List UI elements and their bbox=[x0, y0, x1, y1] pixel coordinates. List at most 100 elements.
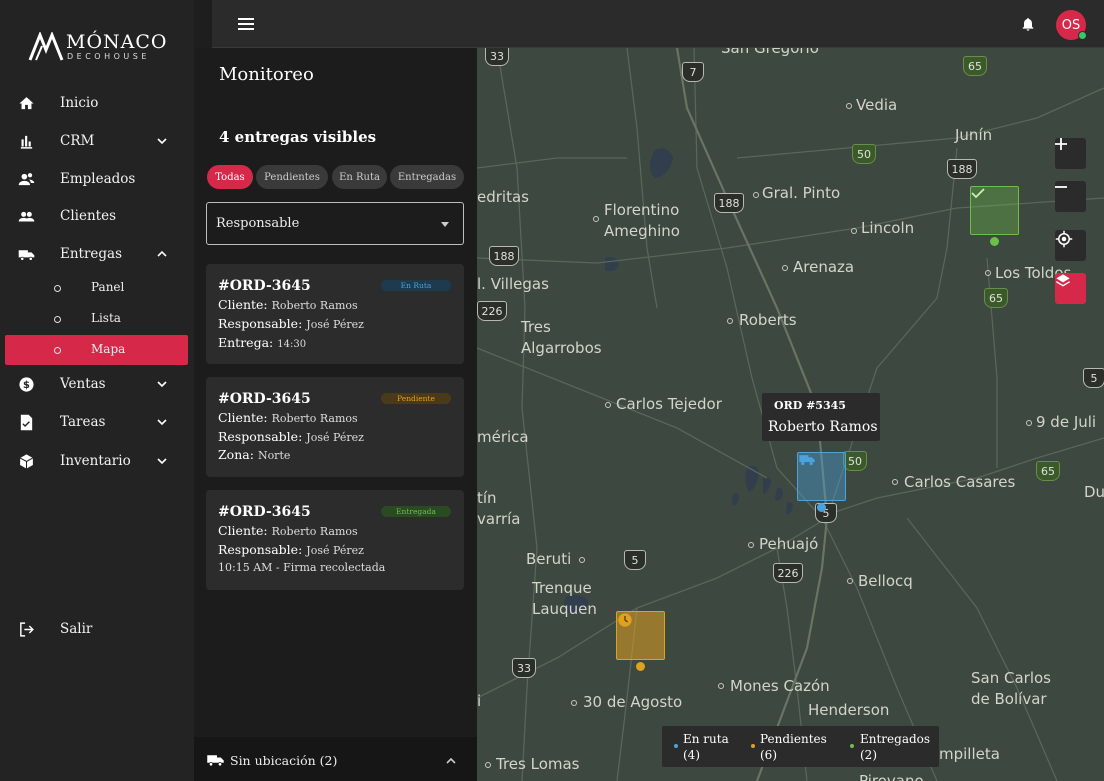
layers-button[interactable] bbox=[1055, 273, 1086, 304]
dropdown-arrow-icon bbox=[441, 222, 449, 227]
monitoring-panel: Monitoreo 4 entregas visibles Todas Pend… bbox=[194, 48, 477, 781]
card-row-zona: Zona: Norte bbox=[218, 447, 290, 462]
town-marker bbox=[851, 228, 857, 234]
nav-salir[interactable]: Salir bbox=[0, 612, 194, 646]
employees-icon bbox=[18, 171, 35, 188]
field-value: José Pérez bbox=[306, 431, 364, 444]
menu-icon[interactable] bbox=[238, 17, 254, 31]
field-value: José Pérez bbox=[306, 318, 364, 331]
nav-crm[interactable]: CRM bbox=[0, 124, 194, 158]
legend-dot bbox=[751, 744, 755, 748]
dollar-icon: $ bbox=[18, 376, 35, 393]
legend-label: En ruta bbox=[683, 732, 729, 746]
map-label-de-bolivar: de Bolívar bbox=[971, 690, 1047, 708]
delivery-card[interactable]: #ORD-3645 Entregada Cliente: Roberto Ramo… bbox=[206, 490, 464, 590]
town-marker bbox=[1026, 420, 1032, 426]
route-shield: 50 bbox=[852, 144, 876, 164]
field-label: Responsable: bbox=[218, 429, 303, 444]
route-shield: 65 bbox=[963, 56, 987, 76]
delivery-card[interactable]: #ORD-3645 En Ruta Cliente: Roberto Ramos … bbox=[206, 264, 464, 364]
chevron-down-icon bbox=[157, 381, 167, 388]
bullet-icon bbox=[54, 347, 61, 354]
nav-entregas-mapa[interactable]: Mapa bbox=[5, 335, 188, 365]
chevron-down-icon bbox=[157, 419, 167, 426]
nav-entregas-lista[interactable]: Lista bbox=[0, 304, 194, 334]
responsable-select[interactable]: Responsable bbox=[206, 202, 464, 245]
filter-todas[interactable]: Todas bbox=[207, 165, 253, 189]
delivery-card[interactable]: #ORD-3645 Pendiente Cliente: Roberto Ramo… bbox=[206, 377, 464, 477]
legend-count: (2) bbox=[860, 747, 877, 762]
delivery-truck-icon bbox=[18, 246, 35, 263]
nav-inicio[interactable]: Inicio bbox=[0, 86, 194, 120]
check-icon bbox=[971, 188, 985, 199]
chevron-down-icon bbox=[157, 458, 167, 465]
notification-bell-icon[interactable] bbox=[1020, 15, 1036, 33]
home-icon bbox=[18, 95, 35, 112]
top-bar: OS bbox=[212, 0, 1104, 48]
pending-marker[interactable] bbox=[616, 611, 665, 660]
nav-tareas[interactable]: Tareas bbox=[0, 405, 194, 439]
delivery-truck-icon bbox=[799, 455, 815, 466]
sub-label: Mapa bbox=[91, 342, 126, 356]
nav-ventas[interactable]: $ Ventas bbox=[0, 367, 194, 401]
field-value: Roberto Ramos bbox=[271, 412, 358, 425]
map-label-florentino: Florentino bbox=[604, 201, 680, 219]
chevron-up-icon bbox=[157, 250, 167, 257]
nav-empleados[interactable]: Empleados bbox=[0, 162, 194, 196]
card-row-responsable: Responsable: José Pérez bbox=[218, 316, 364, 331]
town-marker bbox=[727, 318, 733, 324]
no-location-bar[interactable]: Sin ubicación (2) bbox=[194, 737, 477, 781]
delivered-marker[interactable] bbox=[970, 186, 1019, 235]
nav-inventario[interactable]: Inventario bbox=[0, 444, 194, 478]
field-value: Roberto Ramos bbox=[271, 525, 358, 538]
card-row-note: 10:15 AM - Firma recolectada bbox=[218, 561, 386, 574]
chevron-up-icon bbox=[446, 757, 456, 764]
clock-icon bbox=[618, 613, 632, 627]
tooltip-client: Roberto Ramos bbox=[768, 419, 878, 435]
nav-clientes[interactable]: Clientes bbox=[0, 199, 194, 233]
legend-label: Entregados bbox=[860, 732, 931, 746]
route-shield: 5 bbox=[624, 550, 646, 570]
zoom-in-button[interactable] bbox=[1055, 138, 1086, 169]
map-label-arenaza: Arenaza bbox=[793, 258, 855, 276]
card-row-client: Cliente: Roberto Ramos bbox=[218, 297, 358, 312]
field-value: Roberto Ramos bbox=[271, 299, 358, 312]
avatar[interactable]: OS bbox=[1056, 10, 1087, 40]
legend-item: Entregados (2) bbox=[860, 732, 930, 763]
bullet-icon bbox=[54, 285, 61, 292]
card-row-entrega: Entrega: 14:30 bbox=[218, 335, 306, 350]
town-marker bbox=[847, 578, 853, 584]
brand-subtitle: DECOHOUSE bbox=[67, 52, 150, 61]
map-label-lincoln: Lincoln bbox=[861, 219, 915, 237]
map-label-edritas: edritas bbox=[477, 188, 529, 206]
map-view[interactable]: San Gregorio Vedia Junín edritas Gral. P… bbox=[477, 48, 1104, 781]
route-shield: 188 bbox=[714, 193, 744, 213]
avatar-initials: OS bbox=[1061, 17, 1081, 33]
map-label-trenque: Trenque bbox=[532, 579, 592, 597]
brand-logo: MÓNACO DECOHOUSE bbox=[28, 30, 168, 64]
my-location-button[interactable] bbox=[1055, 230, 1086, 261]
chevron-down-icon bbox=[157, 138, 167, 145]
online-status-indicator bbox=[1078, 31, 1087, 40]
nav-entregas[interactable]: Entregas bbox=[0, 237, 194, 271]
route-shield: 65 bbox=[984, 288, 1008, 308]
en-route-marker[interactable] bbox=[797, 452, 846, 501]
order-number: #ORD-3645 bbox=[218, 504, 311, 520]
status-badge: Pendiente bbox=[381, 393, 451, 404]
select-value: Responsable bbox=[216, 216, 300, 231]
legend-dot bbox=[674, 744, 678, 748]
map-label-lauquen: Lauquen bbox=[532, 600, 597, 618]
people-icon bbox=[18, 208, 35, 225]
zoom-out-button[interactable] bbox=[1055, 181, 1086, 212]
svg-text:$: $ bbox=[23, 380, 30, 391]
map-label-villegas: l. Villegas bbox=[477, 275, 549, 293]
filter-entregadas[interactable]: Entregadas bbox=[390, 165, 464, 189]
map-label-san-carlos: San Carlos bbox=[971, 669, 1051, 687]
map-label-du: Du bbox=[1084, 483, 1104, 501]
town-marker bbox=[892, 479, 898, 485]
route-shield: 50 bbox=[843, 451, 867, 471]
filter-pendientes[interactable]: Pendientes bbox=[256, 165, 328, 189]
nav-entregas-panel[interactable]: Panel bbox=[0, 273, 194, 303]
filter-en-ruta[interactable]: En Ruta bbox=[332, 165, 387, 189]
map-label-roberts: Roberts bbox=[739, 311, 797, 329]
